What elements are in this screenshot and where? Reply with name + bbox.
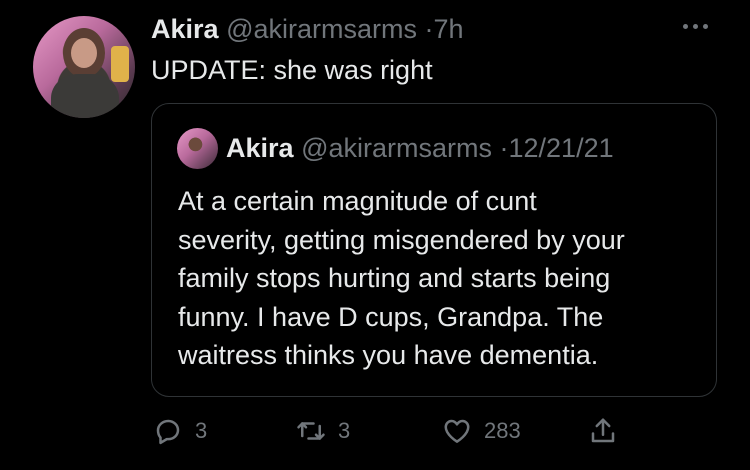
- more-horizontal-icon-dot: [693, 23, 698, 29]
- retweet-icon: [297, 422, 325, 440]
- quoted-header-separator: ·: [499, 133, 509, 163]
- quoted-tweet-card[interactable]: Akira @akirarmsarms ·12/21/21 At a certa…: [151, 103, 717, 397]
- quoted-text-line: At a certain magnitude of cunt: [178, 186, 537, 216]
- quoted-text-line: waitress thinks you have dementia.: [178, 340, 599, 370]
- retweet-button[interactable]: 3: [296, 411, 350, 451]
- more-horizontal-icon: [683, 23, 688, 29]
- like-button[interactable]: 283: [442, 411, 521, 451]
- tweet-actions: 3 3 283: [151, 411, 631, 451]
- quoted-text-line: funny. I have D cups, Grandpa. The: [178, 301, 604, 332]
- quoted-author-handle: @akirarmsarms: [301, 133, 492, 163]
- quoted-author-name: Akira: [226, 133, 294, 163]
- heart-icon: [444, 419, 470, 443]
- quoted-author-avatar: [177, 128, 218, 169]
- quoted-text-line: family stops hurting and starts being: [178, 263, 611, 293]
- more-options-button[interactable]: [683, 14, 719, 38]
- author-handle[interactable]: @akirarmsarms: [226, 14, 417, 44]
- tweet-time[interactable]: 7h: [434, 14, 464, 44]
- share-button[interactable]: [588, 411, 618, 451]
- quoted-tweet-header: Akira @akirarmsarms ·12/21/21: [226, 131, 614, 165]
- reply-icon: [156, 419, 180, 445]
- retweet-count: 3: [338, 418, 351, 443]
- quoted-text-line: severity, getting misgendered by your: [178, 224, 625, 255]
- quoted-tweet-text: At a certain magnitude of cunt severity,…: [178, 182, 698, 375]
- header-separator: ·: [424, 14, 434, 44]
- more-horizontal-icon-dot: [703, 23, 708, 29]
- tweet-header: Akira @akirarmsarms ·7h: [151, 12, 464, 46]
- reply-count: 3: [195, 418, 208, 443]
- tweet-text: UPDATE: she was right: [151, 55, 433, 85]
- share-icon: [591, 418, 615, 443]
- like-count: 283: [484, 418, 521, 443]
- author-name[interactable]: Akira: [151, 14, 219, 44]
- quoted-tweet-date: 12/21/21: [508, 133, 614, 163]
- reply-button[interactable]: 3: [153, 411, 207, 451]
- author-avatar[interactable]: [33, 16, 135, 118]
